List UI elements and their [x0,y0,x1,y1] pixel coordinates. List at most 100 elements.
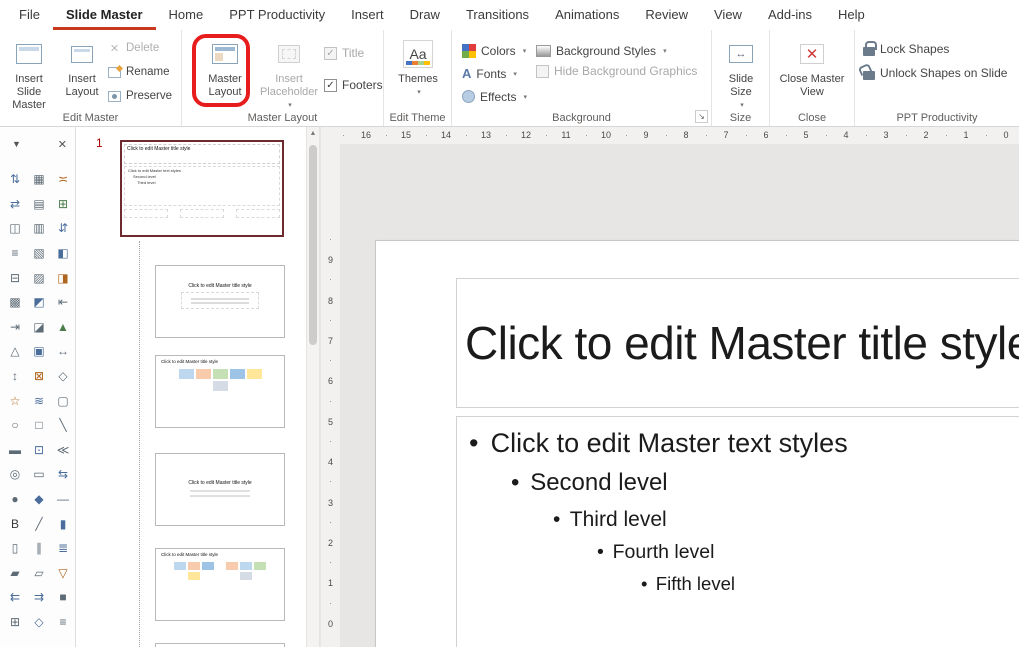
slide-title-text[interactable]: Click to edit Master title style [457,316,1019,370]
insert-slide-master-button[interactable]: Insert Slide Master [2,33,56,119]
insert-placeholder-button[interactable]: Insert Placeholder ▾ [258,33,320,119]
ribbon-tab[interactable]: Slide Master [52,0,156,30]
tool-icon[interactable]: ▱ [27,561,51,586]
tool-icon[interactable]: ⊡ [27,438,51,463]
tool-icon[interactable]: ▩ [3,290,27,315]
tool-icon[interactable]: ▽ [51,561,75,586]
hide-background-graphics-checkbox[interactable]: Hide Background Graphics [536,64,697,78]
delete-button[interactable]: ✕ Delete [108,38,159,58]
footers-checkbox[interactable]: ✓ Footers [324,78,383,92]
tool-icon[interactable]: ◎ [3,462,27,487]
layout-thumbnail-title-slide[interactable]: Click to edit Master title style [155,265,285,338]
ribbon-tab[interactable]: Insert [338,0,397,30]
tool-icon[interactable]: ↕ [3,364,27,389]
tool-icon[interactable]: □ [27,413,51,438]
tool-icon[interactable]: ⊟ [3,265,27,290]
toolbar-close-icon[interactable]: ✕ [58,138,67,151]
tool-icon[interactable]: ▮ [51,511,75,536]
tool-icon[interactable]: ╱ [27,511,51,536]
tool-icon[interactable]: ≡ [3,241,27,266]
scrollbar-thumb[interactable] [309,145,317,345]
layout-thumbnail-two-content[interactable]: Click to edit Master title style [155,548,285,621]
lock-shapes-button[interactable]: Lock Shapes [863,39,949,58]
tool-icon[interactable]: ☆ [3,388,27,413]
tool-icon[interactable]: ● [3,487,27,512]
bullet-line[interactable]: Fourth level [457,541,1019,564]
tool-icon[interactable]: ▥ [27,216,51,241]
bullet-line[interactable]: Fifth level [457,573,1019,595]
ribbon-tab[interactable]: Add-ins [755,0,825,30]
tool-icon[interactable]: ≪ [51,438,75,463]
tool-icon[interactable]: ◪ [27,315,51,340]
tool-icon[interactable]: ◧ [51,241,75,266]
ribbon-tab[interactable]: Animations [542,0,632,30]
unlock-shapes-button[interactable]: Unlock Shapes on Slide [863,63,1007,82]
title-placeholder[interactable]: Click to edit Master title style [456,278,1019,408]
tool-icon[interactable]: ╲ [51,413,75,438]
colors-menu-button[interactable]: Colors ▾ [462,41,526,60]
close-master-view-button[interactable]: ✕ Close Master View [778,33,846,119]
ribbon-tab[interactable]: Home [156,0,217,30]
scroll-up-icon[interactable]: ▲ [307,127,319,141]
thumbnail-scrollbar[interactable]: ▲ [306,127,320,647]
tool-icon[interactable]: ◆ [27,487,51,512]
tool-icon[interactable]: ▢ [51,388,75,413]
tool-icon[interactable]: ▦ [27,167,51,192]
tool-icon[interactable]: ◨ [51,265,75,290]
ribbon-tab[interactable]: View [701,0,755,30]
tool-icon[interactable]: ▯ [3,536,27,561]
tool-icon[interactable]: ⇤ [51,290,75,315]
title-checkbox[interactable]: ✓ Title [324,46,364,60]
body-placeholder[interactable]: Click to edit Master text styles Second … [456,416,1019,647]
tool-icon[interactable]: ⊠ [27,364,51,389]
ribbon-tab[interactable]: Help [825,0,878,30]
tool-icon[interactable]: ◇ [27,610,51,635]
ribbon-tab[interactable]: Review [632,0,701,30]
tool-icon[interactable]: ■ [51,585,75,610]
tool-icon[interactable]: B [3,511,27,536]
ribbon-tab[interactable]: PPT Productivity [216,0,338,30]
master-slide-thumbnail[interactable]: Click to edit Master title style Click t… [120,140,284,237]
tool-icon[interactable]: ∥ [27,536,51,561]
tool-icon[interactable]: ⇉ [27,585,51,610]
tool-icon[interactable]: ≋ [27,388,51,413]
bullet-line[interactable]: Second level [457,469,1019,497]
tool-icon[interactable]: ≣ [51,536,75,561]
tool-icon[interactable]: ▨ [27,265,51,290]
checkbox-checked-icon[interactable]: ✓ [324,46,337,60]
tool-icon[interactable]: ◩ [27,290,51,315]
tool-icon[interactable]: ⇆ [51,462,75,487]
tool-icon[interactable]: ▣ [27,339,51,364]
tool-icon[interactable]: △ [3,339,27,364]
tool-icon[interactable]: ▭ [27,462,51,487]
tool-icon[interactable]: ⊞ [51,192,75,217]
background-styles-button[interactable]: Background Styles ▾ [536,41,667,60]
ribbon-tab[interactable]: Transitions [453,0,542,30]
checkbox-checked-icon[interactable]: ✓ [324,78,337,92]
tool-icon[interactable]: ⇥ [3,315,27,340]
tool-icon[interactable]: ⊞ [3,610,27,635]
tool-icon[interactable]: ◫ [3,216,27,241]
preserve-button[interactable]: Preserve [108,86,172,106]
tool-icon[interactable]: ⇅ [3,167,27,192]
ribbon-tab[interactable]: File [6,0,53,30]
tool-icon[interactable]: ▤ [27,192,51,217]
bullet-line[interactable]: Third level [457,507,1019,532]
tool-icon[interactable]: ≍ [51,167,75,192]
layout-thumbnail-section[interactable]: Click to edit Master title style [155,453,285,526]
master-layout-button[interactable]: Master Layout [198,33,252,119]
layout-thumbnail-content[interactable]: Click to edit Master title style [155,355,285,428]
tool-icon[interactable]: ≡ [51,610,75,635]
tool-icon[interactable]: ▲ [51,315,75,340]
tool-icon[interactable]: ▰ [3,561,27,586]
layout-thumbnail[interactable] [155,643,285,647]
toolbar-collapse-icon[interactable]: ▼ [12,139,21,149]
tool-icon[interactable]: ○ [3,413,27,438]
themes-button[interactable]: Aa Themes ▾ [391,33,445,119]
tool-icon[interactable]: ▬ [3,438,27,463]
tool-icon[interactable]: ⇇ [3,585,27,610]
rename-button[interactable]: Rename [108,62,169,82]
tool-icon[interactable]: ◇ [51,364,75,389]
tool-icon[interactable]: ⇄ [3,192,27,217]
tool-icon[interactable]: ▧ [27,241,51,266]
